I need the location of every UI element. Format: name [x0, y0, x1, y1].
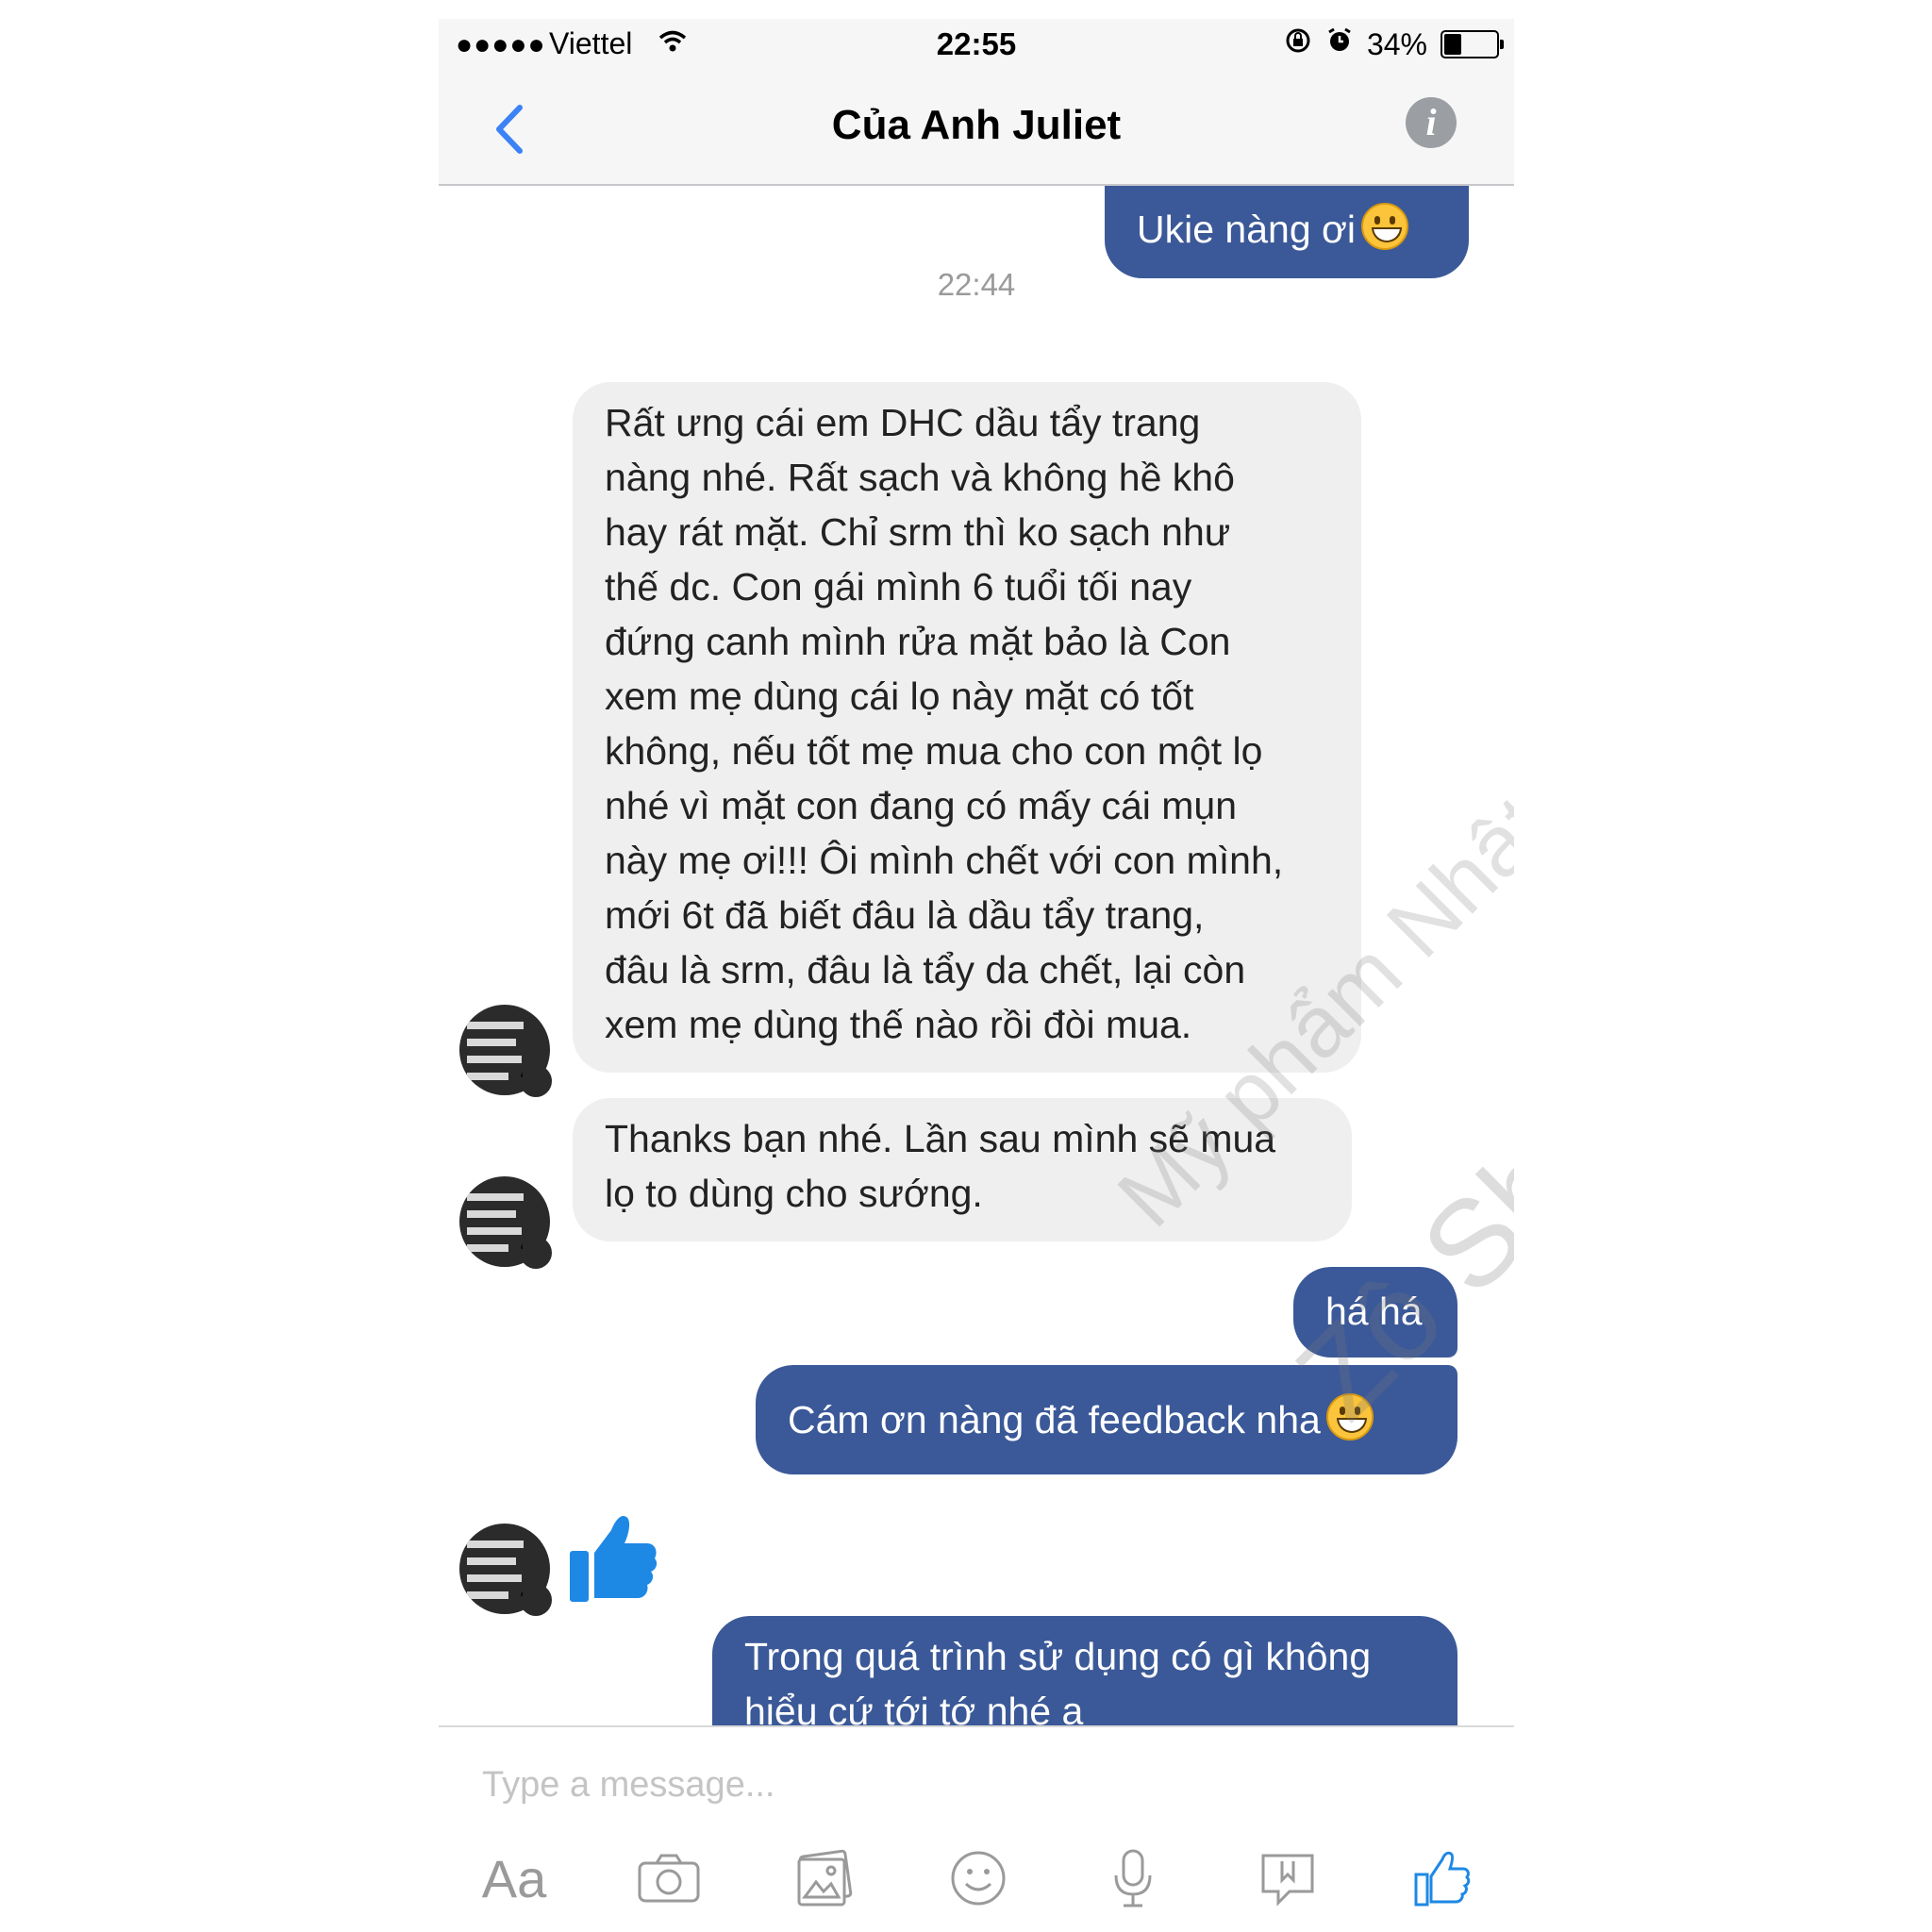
battery-tip — [1500, 40, 1504, 49]
text-format-button[interactable]: Aa — [476, 1840, 552, 1916]
messenger-screen: ●●●●● Viettel 22:55 34% Của Anh Juliet i… — [439, 19, 1514, 1932]
message-line: hay rát mặt. Chỉ srm thì ko sạch như — [605, 510, 1231, 554]
microphone-button[interactable] — [1095, 1840, 1171, 1916]
text-format-label: Aa — [481, 1848, 547, 1908]
thumbs-up-sticker-icon[interactable] — [566, 1511, 660, 1610]
thumbs-up-icon — [1414, 1851, 1471, 1907]
message-text: Cám ơn nàng đã feedback nha — [788, 1398, 1321, 1441]
message-line: xem mẹ dùng thế nào rồi đòi mua. — [605, 1003, 1192, 1046]
battery-level-fill — [1444, 34, 1462, 55]
alarm-icon — [1325, 26, 1354, 62]
contact-avatar[interactable]: f — [459, 1176, 559, 1276]
facebook-badge-icon: f — [520, 1237, 552, 1269]
camera-icon — [638, 1854, 700, 1903]
message-line: Rất ưng cái em DHC dầu tẩy trang — [605, 401, 1201, 444]
outgoing-message[interactable]: Ukie nàng ơi — [1105, 186, 1469, 278]
message-line: thế dc. Con gái mình 6 tuổi tối nay — [605, 565, 1192, 608]
message-line: này mẹ ơi!!! Ôi mình chết với con mình, — [605, 839, 1284, 882]
info-button[interactable]: i — [1406, 97, 1457, 148]
emoji-button[interactable] — [941, 1840, 1016, 1916]
outgoing-message[interactable]: há há — [1293, 1267, 1457, 1357]
message-line: đứng canh mình rửa mặt bảo là Con — [605, 620, 1231, 663]
message-line: lọ to dùng cho sướng. — [605, 1172, 983, 1215]
message-timestamp: 22:44 — [937, 267, 1016, 302]
location-button[interactable] — [1250, 1840, 1325, 1916]
grinning-face-emoji-icon — [1361, 203, 1409, 250]
status-bar: ●●●●● Viettel 22:55 34% — [439, 19, 1514, 75]
conversation-title: Của Anh Juliet — [831, 102, 1122, 148]
message-line: Thanks bạn nhé. Lần sau mình sẽ mua — [605, 1117, 1276, 1160]
message-input[interactable] — [480, 1756, 1474, 1814]
location-icon — [1261, 1854, 1314, 1907]
outgoing-message[interactable]: Trong quá trình sử dụng có gì không hiểu … — [712, 1616, 1457, 1725]
message-line: không, nếu tốt mẹ mua cho con một lọ — [605, 729, 1263, 773]
message-line: mới 6t đã biết đâu là dầu tẩy trang, — [605, 893, 1205, 937]
battery-percent: 34% — [1366, 26, 1427, 61]
facebook-badge-icon: f — [520, 1065, 552, 1097]
message-text: Ukie nàng ơi — [1137, 208, 1357, 251]
gallery-button[interactable] — [786, 1840, 861, 1916]
smiling-face-emoji-icon — [1325, 1393, 1374, 1441]
message-line: xem mẹ dùng cái lọ này mặt có tốt — [605, 675, 1194, 718]
emoji-icon — [951, 1851, 1006, 1906]
like-button[interactable] — [1405, 1840, 1480, 1916]
top-bar: ●●●●● Viettel 22:55 34% Của Anh Juliet i — [439, 19, 1514, 186]
composer-bar: Aa — [439, 1725, 1514, 1932]
message-line: nàng nhé. Rất sạch và không hề khô — [605, 456, 1235, 499]
contact-avatar[interactable]: f — [459, 1524, 559, 1624]
gallery-icon — [797, 1849, 853, 1907]
composer-toolbar: Aa — [439, 1840, 1514, 1925]
message-text: há há — [1325, 1290, 1423, 1333]
outgoing-message[interactable]: Cám ơn nàng đã feedback nha — [756, 1365, 1457, 1474]
microphone-icon — [1114, 1849, 1152, 1907]
status-right-group: 34% — [1284, 26, 1504, 62]
incoming-message[interactable]: Thanks bạn nhé. Lần sau mình sẽ mua lọ to… — [573, 1098, 1352, 1241]
message-line: Trong quá trình sử dụng có gì không — [744, 1635, 1372, 1678]
message-line: nhé vì mặt con đang có mấy cái mụn — [605, 784, 1238, 827]
camera-button[interactable] — [631, 1840, 707, 1916]
message-line: hiểu cứ tới tớ nhé ạ — [744, 1690, 1084, 1725]
facebook-badge-icon: f — [520, 1584, 552, 1616]
info-icon: i — [1425, 101, 1437, 143]
battery-icon — [1441, 30, 1504, 58]
incoming-message[interactable]: Rất ưng cái em DHC dầu tẩy trang nàng nhé… — [573, 382, 1361, 1073]
contact-avatar[interactable]: f — [459, 1005, 559, 1105]
rotation-lock-icon — [1284, 26, 1312, 62]
message-thread[interactable]: Ukie nàng ơi 22:44 Rất ưng cái em DHC dầ… — [439, 186, 1514, 1725]
message-line: đâu là srm, đâu là tẩy da chết, lại còn — [605, 948, 1246, 991]
